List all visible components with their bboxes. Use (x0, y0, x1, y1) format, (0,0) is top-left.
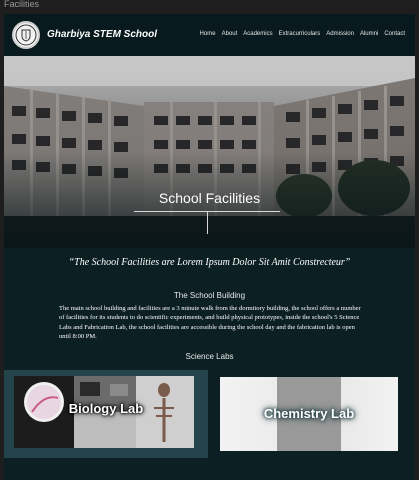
navbar: Gharbiya STEM School Home About Academic… (4, 14, 415, 56)
chemistry-lab-label: Chemistry Lab (263, 406, 355, 421)
hero-overlay (4, 56, 415, 248)
labs-heading: Science Labs (185, 352, 234, 361)
nav-extracurriculars-link[interactable]: Extracurriculars (279, 31, 321, 37)
nav-home-link[interactable]: Home (200, 31, 216, 37)
page: Gharbiya STEM School Home About Academic… (4, 14, 415, 480)
chemistry-lab-card[interactable]: Chemistry Lab (220, 377, 398, 451)
biology-lab-label: Biology Lab (68, 401, 144, 416)
building-heading: The School Building (173, 291, 246, 300)
hero-title: School Facilities (158, 190, 261, 206)
facilities-quote: “The School Facilities are Lorem Ipsum D… (68, 257, 351, 268)
brand-name[interactable]: Gharbiya STEM School (47, 29, 157, 40)
nav-contact-link[interactable]: Contact (384, 31, 405, 37)
biology-lab-card[interactable]: Biology Lab (4, 370, 208, 458)
nav-menu: Home About Academics Extracurriculars Ad… (200, 31, 405, 37)
nav-admission-link[interactable]: Admission (326, 31, 354, 37)
hero-vertical-divider (207, 212, 208, 234)
window-title: Facilities (4, 0, 40, 9)
nav-alumni-link[interactable]: Alumni (360, 31, 378, 37)
nav-about-link[interactable]: About (222, 31, 238, 37)
nav-academics-link[interactable]: Academics (243, 31, 272, 37)
building-description: The main school building and facilities … (59, 305, 361, 341)
hero-banner: School Facilities (4, 56, 415, 248)
school-crest-icon[interactable] (12, 21, 40, 49)
